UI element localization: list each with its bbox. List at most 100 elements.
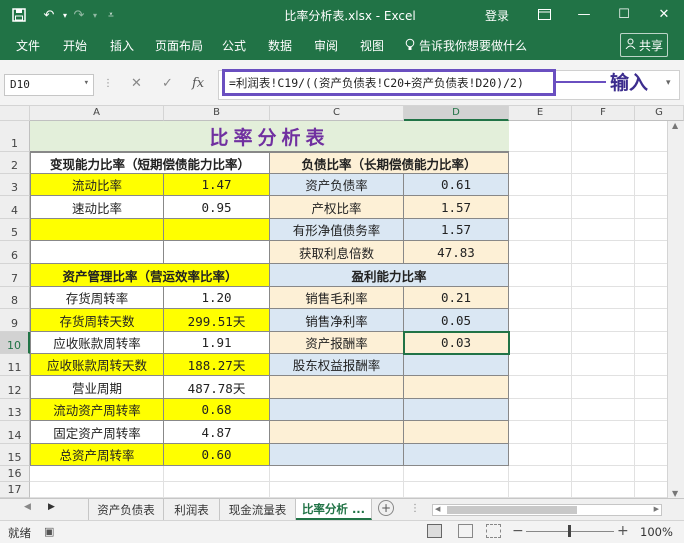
right-ratio-label[interactable]: 产权比率	[270, 196, 404, 219]
right-ratio-label[interactable]	[270, 421, 404, 444]
left-ratio-value[interactable]: 1.47	[164, 174, 270, 196]
zoom-level[interactable]: 100%	[640, 525, 673, 539]
scroll-thumb[interactable]	[447, 506, 577, 514]
row-header-1[interactable]: 1	[0, 121, 30, 152]
enter-icon[interactable]: ✓	[162, 76, 173, 91]
row-header-7[interactable]: 7	[0, 264, 30, 287]
login-link[interactable]: 登录	[485, 7, 509, 24]
left-ratio-value[interactable]: 1.91	[164, 332, 270, 354]
sheet-tab-ratio[interactable]: 比率分析 ...	[296, 499, 372, 520]
left-ratio-label[interactable]	[30, 241, 164, 264]
left-ratio-label[interactable]: 固定资产周转率	[30, 421, 164, 444]
column-header-g[interactable]: G	[635, 106, 684, 121]
zoom-out-icon[interactable]: −	[512, 523, 524, 539]
right-ratio-value[interactable]	[404, 399, 509, 421]
spreadsheet-grid[interactable]: A B C D E F G 1 2 3 4 5 6 7 8 9 10 11 12 13 14 15 16 17 …	[0, 106, 684, 498]
row-header-10[interactable]: 10	[0, 332, 30, 354]
column-header-e[interactable]: E	[509, 106, 572, 121]
sheet-tab-income[interactable]: 利润表	[164, 499, 220, 520]
right-ratio-label[interactable]: 资产负债率	[270, 174, 404, 196]
left-ratio-value[interactable]: 299.51天	[164, 309, 270, 332]
minimize-icon[interactable]: —	[570, 3, 598, 25]
right-ratio-value[interactable]	[404, 421, 509, 444]
right-ratio-value[interactable]: 1.57	[404, 219, 509, 241]
add-sheet-icon[interactable]: +	[378, 500, 394, 516]
tab-home[interactable]: 开始	[63, 37, 87, 54]
row-header-11[interactable]: 11	[0, 354, 30, 376]
select-all-corner[interactable]	[0, 106, 30, 121]
tab-file[interactable]: 文件	[16, 37, 40, 54]
share-button[interactable]: 共享	[620, 33, 668, 57]
left-ratio-value[interactable]: 0.95	[164, 196, 270, 219]
left-ratio-value[interactable]: 0.60	[164, 444, 270, 466]
row-header-12[interactable]: 12	[0, 376, 30, 399]
tab-formulas[interactable]: 公式	[222, 37, 246, 54]
cancel-icon[interactable]: ✕	[131, 76, 142, 91]
save-icon[interactable]	[10, 6, 28, 24]
right-ratio-label[interactable]	[270, 444, 404, 466]
scroll-up-icon[interactable]: ▲	[672, 121, 678, 130]
row-header-8[interactable]: 8	[0, 287, 30, 309]
formula-input[interactable]: =利润表!C19/((资产负债表!C20+资产负债表!D20)/2)	[222, 69, 556, 96]
row-header-3[interactable]: 3	[0, 174, 30, 196]
row-header-2[interactable]: 2	[0, 152, 30, 174]
zoom-in-icon[interactable]: +	[617, 523, 629, 539]
right-ratio-label[interactable]	[270, 399, 404, 421]
right-ratio-value[interactable]	[404, 354, 509, 376]
tell-me-search[interactable]: 告诉我你想要做什么	[405, 37, 527, 54]
left-ratio-label[interactable]: 应收账款周转天数	[30, 354, 164, 376]
left-ratio-value[interactable]: 4.87	[164, 421, 270, 444]
left-ratio-label[interactable]: 营业周期	[30, 376, 164, 399]
left-ratio-value[interactable]	[164, 219, 270, 241]
maximize-icon[interactable]: ☐	[610, 3, 638, 25]
prev-sheet-icon[interactable]: ◀	[24, 502, 31, 512]
scroll-down-icon[interactable]: ▼	[672, 489, 678, 498]
tab-view[interactable]: 视图	[360, 37, 384, 54]
tab-page-layout[interactable]: 页面布局	[155, 37, 203, 54]
ribbon-display-icon[interactable]	[530, 3, 558, 25]
row-header-9[interactable]: 9	[0, 309, 30, 332]
left-ratio-value[interactable]	[164, 241, 270, 264]
right-ratio-label[interactable]: 销售毛利率	[270, 287, 404, 309]
row-header-14[interactable]: 14	[0, 421, 30, 444]
customize-toolbar-icon[interactable]: ⩡	[102, 6, 120, 24]
left-ratio-value[interactable]: 188.27天	[164, 354, 270, 376]
column-header-f[interactable]: F	[572, 106, 635, 121]
left-ratio-label[interactable]: 存货周转率	[30, 287, 164, 309]
horizontal-scrollbar[interactable]: ◀ ▶	[432, 504, 662, 516]
left-ratio-label[interactable]: 总资产周转率	[30, 444, 164, 466]
right-ratio-label[interactable]: 销售净利率	[270, 309, 404, 332]
column-header-a[interactable]: A	[30, 106, 164, 121]
right-ratio-value[interactable]: 0.21	[404, 287, 509, 309]
chevron-down-icon[interactable]: ▾	[84, 78, 89, 88]
left-ratio-label[interactable]: 应收账款周转率	[30, 332, 164, 354]
insert-function-icon[interactable]: fx	[192, 76, 204, 91]
row-header-17[interactable]: 17	[0, 482, 30, 498]
sheet-title[interactable]: 比率分析表	[30, 121, 509, 152]
right-ratio-value[interactable]: 47.83	[404, 241, 509, 264]
right-ratio-label[interactable]: 有形净值债务率	[270, 219, 404, 241]
right-ratio-value[interactable]: 1.57	[404, 196, 509, 219]
scroll-right-icon[interactable]: ▶	[654, 505, 659, 513]
left-ratio-value[interactable]: 487.78天	[164, 376, 270, 399]
right-ratio-value[interactable]: 0.61	[404, 174, 509, 196]
sheet-tab-cashflow[interactable]: 现金流量表	[220, 499, 296, 520]
page-layout-view-icon[interactable]	[458, 524, 473, 538]
row-header-5[interactable]: 5	[0, 219, 30, 241]
row-header-6[interactable]: 6	[0, 241, 30, 264]
right-ratio-label[interactable]: 资产报酬率	[270, 332, 404, 354]
right-ratio-label[interactable]: 获取利息倍数	[270, 241, 404, 264]
right-ratio-label[interactable]: 股东权益报酬率	[270, 354, 404, 376]
left-ratio-value[interactable]: 0.68	[164, 399, 270, 421]
column-header-c[interactable]: C	[270, 106, 404, 121]
tab-data[interactable]: 数据	[268, 37, 292, 54]
column-header-d[interactable]: D	[404, 106, 509, 121]
mgmt-header[interactable]: 资产管理比率（营运效率比率）	[30, 264, 270, 287]
left-ratio-label[interactable]	[30, 219, 164, 241]
row-header-13[interactable]: 13	[0, 399, 30, 421]
left-ratio-label[interactable]: 速动比率	[30, 196, 164, 219]
left-ratio-label[interactable]: 流动资产周转率	[30, 399, 164, 421]
scroll-left-icon[interactable]: ◀	[435, 505, 440, 513]
column-header-b[interactable]: B	[164, 106, 270, 121]
right-ratio-value[interactable]	[404, 444, 509, 466]
